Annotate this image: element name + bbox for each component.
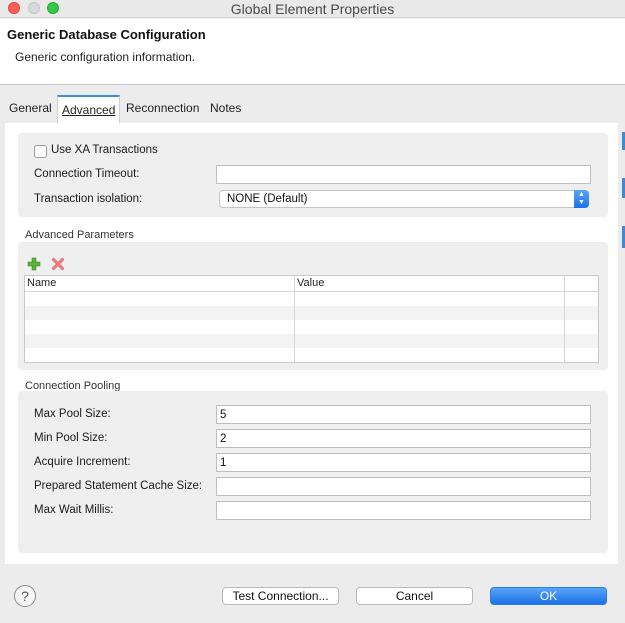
max-wait-millis-label: Max Wait Millis:: [34, 504, 114, 516]
page-subtitle: Generic configuration information.: [15, 50, 196, 64]
max-pool-size-input[interactable]: [216, 405, 591, 424]
transaction-isolation-label: Transaction isolation:: [34, 193, 143, 205]
max-pool-size-label: Max Pool Size:: [34, 408, 111, 420]
column-divider: [564, 276, 565, 362]
connection-timeout-input[interactable]: [216, 165, 591, 184]
advanced-parameters-heading: Advanced Parameters: [25, 229, 134, 241]
tab-notes[interactable]: Notes: [206, 95, 245, 123]
column-header-value[interactable]: Value: [295, 276, 565, 292]
table-row[interactable]: [25, 320, 598, 334]
ok-button[interactable]: OK: [490, 587, 607, 605]
help-icon[interactable]: ?: [14, 585, 36, 607]
advanced-tab-panel: Use XA Transactions Connection Timeout: …: [5, 123, 618, 564]
tab-reconnection[interactable]: Reconnection: [122, 95, 203, 123]
title-bar: Global Element Properties: [0, 0, 625, 18]
dialog-window: Global Element Properties Generic Databa…: [0, 0, 625, 623]
min-pool-size-label: Min Pool Size:: [34, 432, 108, 444]
dialog-header: Generic Database Configuration Generic c…: [0, 19, 625, 85]
connection-timeout-label: Connection Timeout:: [34, 168, 140, 180]
transaction-isolation-select[interactable]: NONE (Default) ▲ ▼: [219, 190, 589, 208]
connection-pooling-group: Max Pool Size: Min Pool Size: Acquire In…: [18, 391, 608, 553]
table-row[interactable]: [25, 334, 598, 348]
column-divider: [294, 276, 295, 362]
column-header-name[interactable]: Name: [25, 276, 295, 292]
page-title: Generic Database Configuration: [7, 27, 206, 42]
tab-bar: General Advanced Reconnection Notes: [0, 95, 625, 123]
table-row[interactable]: [25, 306, 598, 320]
column-header-filler: [565, 276, 598, 292]
transaction-settings-group: Use XA Transactions Connection Timeout: …: [18, 133, 608, 217]
cancel-button[interactable]: Cancel: [356, 587, 473, 605]
transaction-isolation-value: NONE (Default): [227, 193, 308, 205]
max-wait-millis-input[interactable]: [216, 501, 591, 520]
advanced-parameters-table[interactable]: Name Value: [24, 275, 599, 363]
use-xa-checkbox[interactable]: [34, 145, 47, 158]
tab-advanced[interactable]: Advanced: [57, 95, 121, 123]
use-xa-label: Use XA Transactions: [51, 144, 158, 156]
test-connection-button[interactable]: Test Connection...: [222, 587, 339, 605]
tab-general[interactable]: General: [5, 95, 56, 123]
acquire-increment-label: Acquire Increment:: [34, 456, 131, 468]
prepared-statement-cache-size-label: Prepared Statement Cache Size:: [34, 480, 203, 492]
min-pool-size-input[interactable]: [216, 429, 591, 448]
table-row[interactable]: [25, 292, 598, 306]
acquire-increment-input[interactable]: [216, 453, 591, 472]
add-parameter-icon[interactable]: [27, 257, 41, 271]
remove-parameter-icon[interactable]: [51, 257, 65, 271]
window-title: Global Element Properties: [230, 1, 395, 17]
prepared-statement-cache-size-input[interactable]: [216, 477, 591, 496]
table-row[interactable]: [25, 348, 598, 362]
select-arrows-icon: ▲ ▼: [574, 190, 589, 208]
